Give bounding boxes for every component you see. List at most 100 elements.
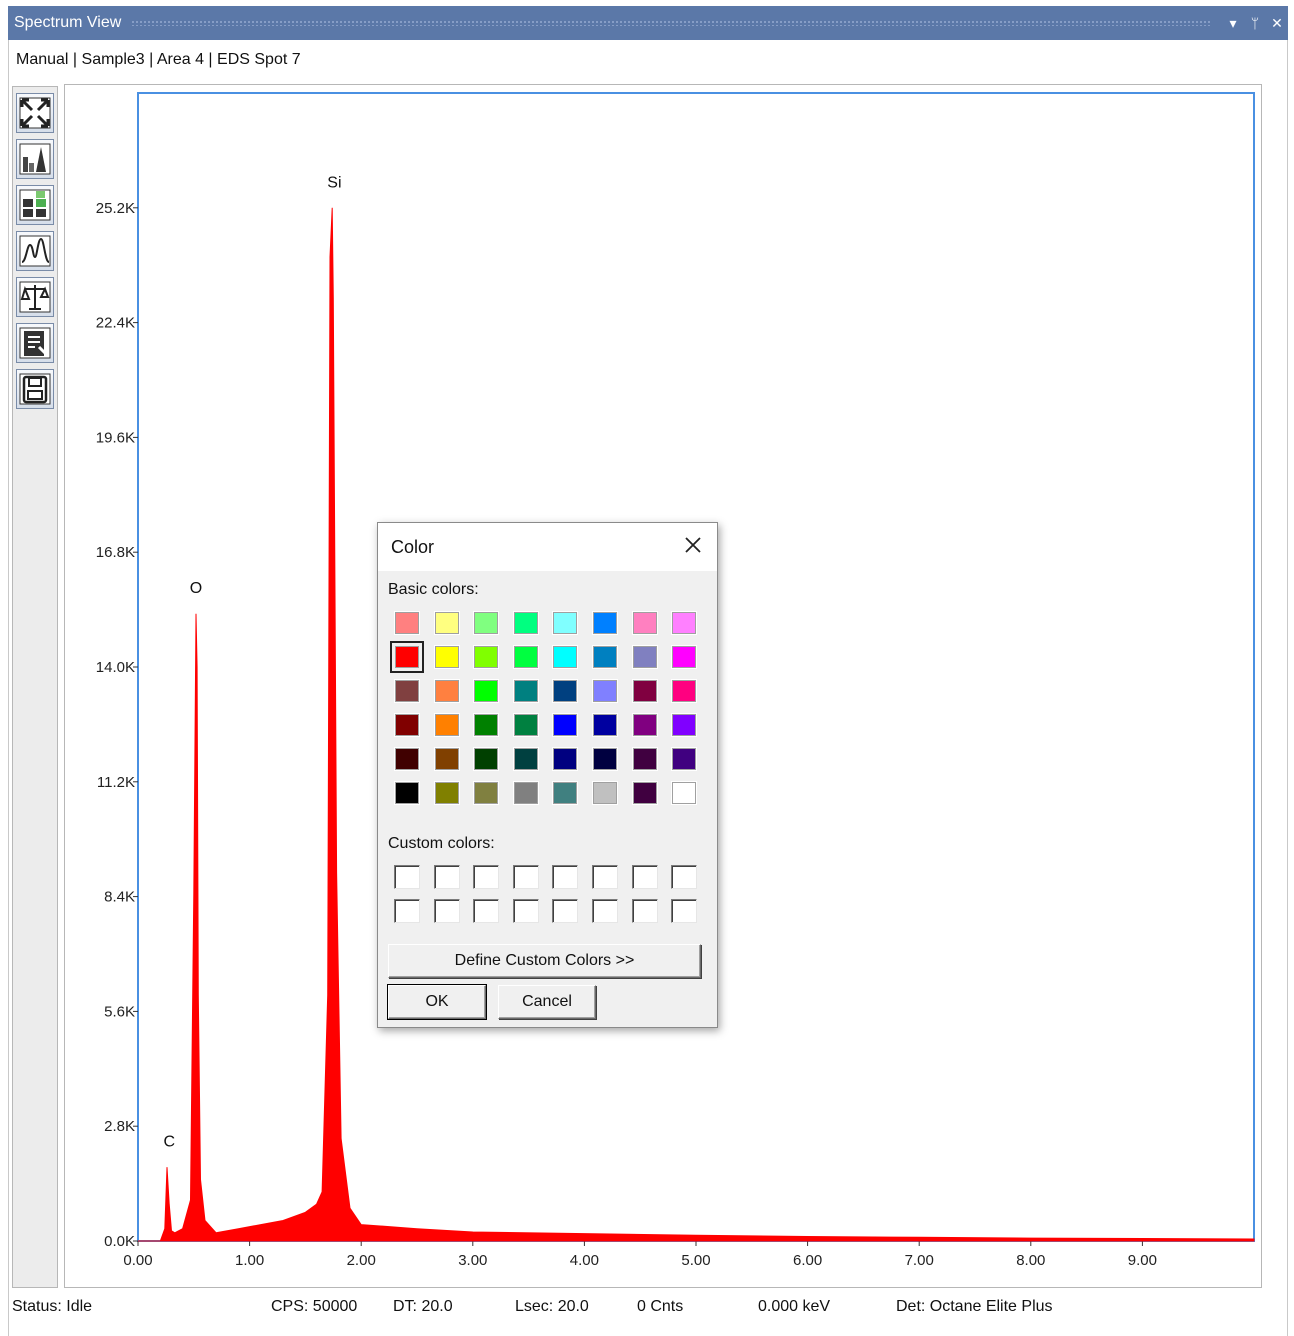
status-dt: DT: 20.0 (393, 1298, 453, 1315)
y-tick-label: 0.0K (104, 1233, 135, 1250)
peak-label-si: Si (327, 174, 341, 191)
basic-color-swatch[interactable] (671, 781, 698, 805)
grid-blocks-icon[interactable] (16, 185, 54, 225)
custom-color-swatch[interactable] (671, 899, 698, 923)
basic-color-swatch[interactable] (552, 713, 579, 737)
basic-color-swatch[interactable] (671, 611, 698, 635)
basic-color-swatch[interactable] (552, 747, 579, 771)
basic-color-swatch[interactable] (671, 747, 698, 771)
pin-icon[interactable]: ᛘ (1244, 15, 1266, 31)
basic-color-swatch[interactable] (592, 611, 618, 635)
y-tick-label: 25.2K (96, 200, 135, 217)
basic-color-swatch[interactable] (631, 611, 658, 635)
basic-color-swatch[interactable] (473, 645, 500, 669)
custom-color-swatch[interactable] (631, 865, 658, 889)
custom-color-swatch[interactable] (631, 899, 658, 923)
basic-color-swatch[interactable] (592, 713, 618, 737)
basic-color-swatch[interactable] (552, 781, 579, 805)
cancel-button[interactable]: Cancel (498, 985, 596, 1019)
basic-color-swatch[interactable] (394, 747, 420, 771)
define-custom-colors-button[interactable]: Define Custom Colors >> (388, 944, 701, 978)
basic-color-swatch[interactable] (512, 781, 539, 805)
x-tick-label: 3.00 (458, 1252, 487, 1269)
basic-color-swatch[interactable] (512, 679, 539, 703)
basic-color-swatch[interactable] (390, 641, 424, 673)
save-icon[interactable] (16, 369, 54, 409)
basic-color-swatch[interactable] (473, 747, 500, 771)
custom-color-swatch[interactable] (433, 899, 460, 923)
ok-button[interactable]: OK (387, 984, 487, 1020)
custom-color-swatch[interactable] (592, 865, 618, 889)
titlebar-grip[interactable] (131, 20, 1212, 26)
peak-label-o: O (190, 580, 202, 597)
histogram-icon[interactable] (16, 139, 54, 179)
basic-color-swatch[interactable] (552, 679, 579, 703)
custom-color-swatch[interactable] (394, 899, 420, 923)
custom-color-swatch[interactable] (512, 865, 539, 889)
basic-color-swatch[interactable] (394, 713, 420, 737)
basic-color-swatch[interactable] (433, 679, 460, 703)
basic-color-swatch[interactable] (433, 611, 460, 635)
basic-color-swatch[interactable] (512, 645, 539, 669)
x-tick-label: 6.00 (793, 1252, 822, 1269)
basic-color-swatch[interactable] (671, 679, 698, 703)
basic-color-swatch[interactable] (512, 713, 539, 737)
scale-balance-icon[interactable] (16, 277, 54, 317)
basic-color-swatch[interactable] (433, 713, 460, 737)
basic-color-swatch[interactable] (473, 679, 500, 703)
custom-color-swatch[interactable] (671, 865, 698, 889)
basic-color-swatch[interactable] (631, 679, 658, 703)
basic-color-swatch[interactable] (592, 645, 618, 669)
basic-color-swatch[interactable] (512, 611, 539, 635)
basic-color-swatch[interactable] (592, 747, 618, 771)
y-tick-label: 16.8K (96, 544, 135, 561)
report-icon[interactable] (16, 323, 54, 363)
dialog-header: Color (378, 523, 717, 571)
y-tick-label: 2.8K (104, 1118, 135, 1135)
basic-color-swatch[interactable] (512, 747, 539, 771)
basic-color-swatch[interactable] (671, 645, 698, 669)
custom-color-swatch[interactable] (433, 865, 460, 889)
peak-icon[interactable] (16, 231, 54, 271)
basic-color-swatch[interactable] (433, 747, 460, 771)
dropdown-arrow-icon[interactable]: ▾ (1222, 15, 1244, 32)
basic-color-swatch[interactable] (473, 713, 500, 737)
basic-color-swatch[interactable] (394, 679, 420, 703)
close-icon[interactable]: ✕ (1266, 15, 1288, 32)
close-icon[interactable] (681, 533, 705, 557)
custom-color-swatch[interactable] (473, 899, 500, 923)
x-tick-label: 0.00 (123, 1252, 152, 1269)
custom-color-swatch[interactable] (592, 899, 618, 923)
basic-color-swatch[interactable] (552, 645, 579, 669)
custom-color-swatch[interactable] (473, 865, 500, 889)
peak-label-c: C (163, 1134, 175, 1151)
x-tick-label: 8.00 (1016, 1252, 1045, 1269)
custom-color-swatch[interactable] (552, 899, 579, 923)
x-tick-label: 9.00 (1128, 1252, 1157, 1269)
basic-color-swatch[interactable] (592, 679, 618, 703)
custom-color-swatch[interactable] (552, 865, 579, 889)
basic-color-swatch[interactable] (433, 645, 460, 669)
basic-color-swatch[interactable] (631, 713, 658, 737)
basic-color-swatch[interactable] (433, 781, 460, 805)
basic-color-swatch[interactable] (394, 611, 420, 635)
window-title: Spectrum View (14, 14, 122, 31)
x-tick-label: 7.00 (905, 1252, 934, 1269)
basic-color-swatch[interactable] (473, 781, 500, 805)
basic-color-swatch[interactable] (631, 747, 658, 771)
status-energy: 0.000 keV (758, 1298, 831, 1315)
basic-color-swatch[interactable] (631, 781, 658, 805)
status-cps: CPS: 50000 (271, 1298, 358, 1315)
custom-color-swatch[interactable] (394, 865, 420, 889)
custom-color-swatch[interactable] (512, 899, 539, 923)
basic-colors-label: Basic colors: (388, 581, 479, 598)
basic-color-swatch[interactable] (631, 645, 658, 669)
basic-color-swatch[interactable] (592, 781, 618, 805)
basic-color-swatch[interactable] (671, 713, 698, 737)
x-tick-label: 5.00 (681, 1252, 710, 1269)
basic-color-swatch[interactable] (552, 611, 579, 635)
zoom-fit-icon[interactable] (16, 93, 54, 133)
basic-color-swatch[interactable] (473, 611, 500, 635)
basic-color-swatch[interactable] (394, 781, 420, 805)
breadcrumb: Manual | Sample3 | Area 4 | EDS Spot 7 (16, 51, 301, 68)
